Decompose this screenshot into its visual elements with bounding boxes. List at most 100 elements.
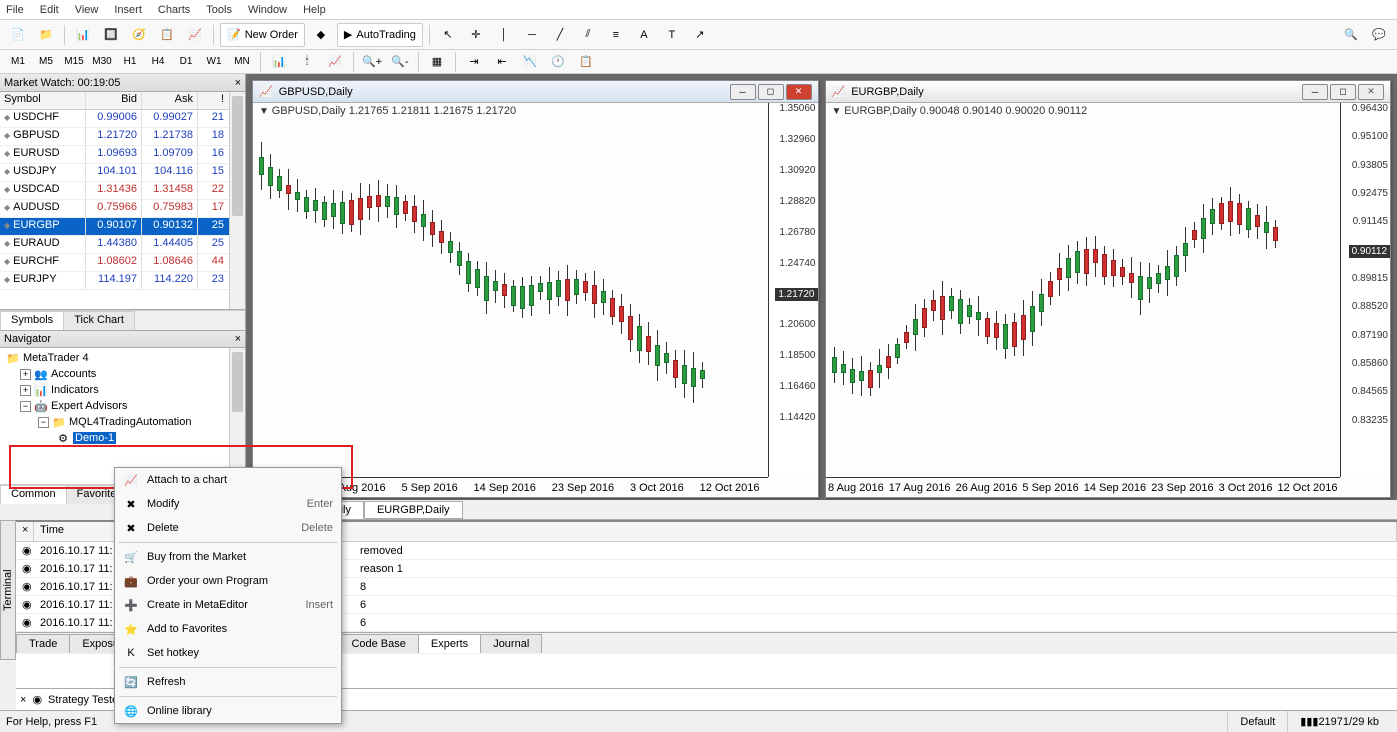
tf-d1[interactable]: D1 [174, 52, 198, 72]
tree-ea-item[interactable]: ⚙Demo-1 [2, 430, 243, 446]
navigator-scrollbar[interactable] [229, 348, 245, 484]
ctx-add-to-favorites[interactable]: ⭐Add to Favorites [115, 617, 341, 641]
menu-insert[interactable]: Insert [114, 4, 142, 16]
mw-row-gbpusd[interactable]: GBPUSD1.217201.2173818 [0, 128, 245, 146]
ttab-trade[interactable]: Trade [16, 634, 70, 653]
ttab-codebase[interactable]: Code Base [338, 634, 418, 653]
text-icon[interactable]: A [632, 23, 656, 47]
strategy-close-icon[interactable]: × [20, 694, 26, 706]
tree-indicators[interactable]: +📊Indicators [2, 382, 243, 398]
candle-chart-icon[interactable]: 🕯 [295, 50, 319, 74]
tab-tick-chart[interactable]: Tick Chart [63, 311, 135, 330]
menu-file[interactable]: File [6, 4, 24, 16]
chart-tab-eurgbp[interactable]: EURGBP,Daily [364, 501, 463, 519]
templates-icon[interactable]: 📋 [574, 50, 598, 74]
channel-icon[interactable]: ⫽ [576, 23, 600, 47]
ctx-refresh[interactable]: 🔄Refresh [115, 670, 341, 694]
menu-help[interactable]: Help [303, 4, 326, 16]
data-window-icon[interactable]: 🔲 [99, 23, 123, 47]
vline-icon[interactable]: │ [492, 23, 516, 47]
chart1-minimize-icon[interactable]: ─ [730, 84, 756, 100]
ttab-journal[interactable]: Journal [480, 634, 542, 653]
tf-m5[interactable]: M5 [34, 52, 58, 72]
ctx-create-in-metaeditor[interactable]: ➕Create in MetaEditorInsert [115, 593, 341, 617]
market-watch-icon[interactable]: 📊 [71, 23, 95, 47]
tf-h1[interactable]: H1 [118, 52, 142, 72]
text-label-icon[interactable]: T [660, 23, 684, 47]
tf-m1[interactable]: M1 [6, 52, 30, 72]
navigator-icon[interactable]: 🧭 [127, 23, 151, 47]
hline-icon[interactable]: ─ [520, 23, 544, 47]
chart2-close-icon[interactable]: ✕ [1358, 84, 1384, 100]
market-watch-close-icon[interactable]: × [235, 77, 241, 89]
navigator-close-icon[interactable]: × [235, 333, 241, 345]
market-watch-scrollbar[interactable] [229, 92, 245, 309]
periods-icon[interactable]: 🕐 [546, 50, 570, 74]
tf-m30[interactable]: M30 [90, 52, 114, 72]
search-icon[interactable]: 🔍 [1339, 23, 1363, 47]
chart2-minimize-icon[interactable]: ─ [1302, 84, 1328, 100]
terminal-close-icon[interactable]: × [16, 522, 34, 541]
profiles-icon[interactable]: 📁 [34, 23, 58, 47]
mw-row-eurchf[interactable]: EURCHF1.086021.0864644 [0, 254, 245, 272]
ctx-buy-from-the-market[interactable]: 🛒Buy from the Market [115, 545, 341, 569]
mw-row-usdcad[interactable]: USDCAD1.314361.3145822 [0, 182, 245, 200]
line-chart-icon[interactable]: 📈 [323, 50, 347, 74]
chart2-maximize-icon[interactable]: ◻ [1330, 84, 1356, 100]
chart2-titlebar[interactable]: 📈 EURGBP,Daily ─ ◻ ✕ [826, 81, 1391, 103]
menu-charts[interactable]: Charts [158, 4, 190, 16]
ttab-experts[interactable]: Experts [418, 634, 481, 653]
crosshair-icon[interactable]: ✛ [464, 23, 488, 47]
strategy-tester-label[interactable]: Strategy Tester [48, 694, 122, 706]
mw-row-eurgbp[interactable]: EURGBP0.901070.9013225 [0, 218, 245, 236]
mw-row-eurusd[interactable]: EURUSD1.096931.0970916 [0, 146, 245, 164]
chart1-body[interactable]: ▼ GBPUSD,Daily 1.21765 1.21811 1.21675 1… [253, 103, 818, 497]
tile-icon[interactable]: ▦ [425, 50, 449, 74]
chart1-close-icon[interactable]: ✕ [786, 84, 812, 100]
metaeditor-icon[interactable]: ◆ [309, 23, 333, 47]
chart1-maximize-icon[interactable]: ◻ [758, 84, 784, 100]
ctx-modify[interactable]: ✖ModifyEnter [115, 492, 341, 516]
ctx-online-library[interactable]: 🌐Online library [115, 699, 341, 723]
new-order-button[interactable]: 📝 New Order [220, 23, 305, 47]
autoscroll-icon[interactable]: ⇥ [462, 50, 486, 74]
tester-icon[interactable]: 📈 [183, 23, 207, 47]
zoom-in-icon[interactable]: 🔍+ [360, 50, 384, 74]
mw-row-usdjpy[interactable]: USDJPY104.101104.11615 [0, 164, 245, 182]
bar-chart-icon[interactable]: 📊 [267, 50, 291, 74]
chart1-titlebar[interactable]: 📈 GBPUSD,Daily ─ ◻ ✕ [253, 81, 818, 103]
chat-icon[interactable]: 💬 [1367, 23, 1391, 47]
trendline-icon[interactable]: ╱ [548, 23, 572, 47]
zoom-out-icon[interactable]: 🔍- [388, 50, 412, 74]
terminal-icon[interactable]: 📋 [155, 23, 179, 47]
mw-row-eurjpy[interactable]: EURJPY114.197114.22023 [0, 272, 245, 290]
tf-h4[interactable]: H4 [146, 52, 170, 72]
cursor-icon[interactable]: ↖ [436, 23, 460, 47]
fibo-icon[interactable]: ≡ [604, 23, 628, 47]
ctx-attach-to-a-chart[interactable]: 📈Attach to a chart [115, 468, 341, 492]
indicators-icon[interactable]: 📉 [518, 50, 542, 74]
tree-accounts[interactable]: +👥Accounts [2, 366, 243, 382]
arrows-icon[interactable]: ↗ [688, 23, 712, 47]
chart2-body[interactable]: ▼ EURGBP,Daily 0.90048 0.90140 0.90020 0… [826, 103, 1391, 497]
autotrading-button[interactable]: ▶ AutoTrading [337, 23, 423, 47]
tree-root[interactable]: 📁MetaTrader 4 [2, 350, 243, 366]
menu-edit[interactable]: Edit [40, 4, 59, 16]
tab-symbols[interactable]: Symbols [0, 311, 64, 330]
menu-view[interactable]: View [75, 4, 99, 16]
menu-window[interactable]: Window [248, 4, 287, 16]
shift-icon[interactable]: ⇤ [490, 50, 514, 74]
mw-row-usdchf[interactable]: USDCHF0.990060.9902721 [0, 110, 245, 128]
menu-tools[interactable]: Tools [206, 4, 232, 16]
tf-m15[interactable]: M15 [62, 52, 86, 72]
tf-w1[interactable]: W1 [202, 52, 226, 72]
mw-row-euraud[interactable]: EURAUD1.443801.4440525 [0, 236, 245, 254]
tree-ea-folder[interactable]: −📁MQL4TradingAutomation [2, 414, 243, 430]
ctx-delete[interactable]: ✖DeleteDelete [115, 516, 341, 540]
ctx-order-your-own-program[interactable]: 💼Order your own Program [115, 569, 341, 593]
ctx-set-hotkey[interactable]: KSet hotkey [115, 641, 341, 665]
tf-mn[interactable]: MN [230, 52, 254, 72]
mw-row-audusd[interactable]: AUDUSD0.759660.7598317 [0, 200, 245, 218]
new-chart-icon[interactable]: 📄 [6, 23, 30, 47]
tab-common[interactable]: Common [0, 485, 67, 504]
